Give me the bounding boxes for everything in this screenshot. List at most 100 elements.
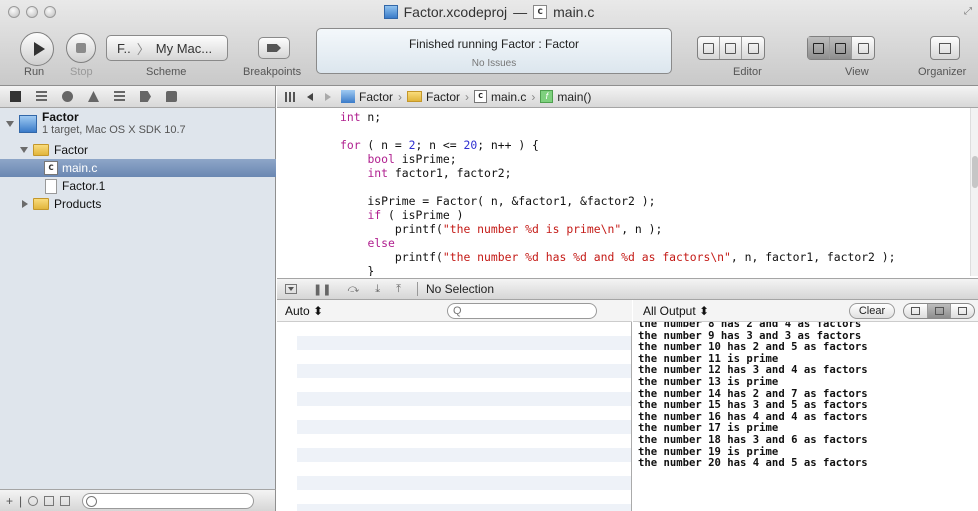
code-line[interactable]: printf("the number %d has %d and %d as f… [340,250,896,264]
code-line[interactable]: isPrime = Factor( n, &factor1, &factor2 … [340,194,896,208]
console-output[interactable]: the number 8 has 2 and 4 as factors the n… [633,322,978,511]
project-icon [19,115,37,133]
breadcrumb-project[interactable]: Factor › [341,90,407,104]
navigator-panel-icon [813,42,824,54]
window-title-project: Factor.xcodeproj [403,4,508,20]
code-line[interactable]: int n; [340,110,896,124]
console-text: the number 8 has 2 and 4 as factors the n… [638,322,868,470]
show-console-button[interactable] [951,304,974,318]
code-line[interactable]: bool isPrime; [340,152,896,166]
console-line: the number 20 has 4 and 5 as factors [638,457,868,470]
scm-filter-icon[interactable] [44,495,55,506]
view-segmented [807,36,875,60]
step-out-icon[interactable]: ⤒ [396,283,401,296]
project-navigator: Factor 1 target, Mac OS X SDK 10.7 Facto… [0,108,276,489]
breadcrumb-label: Factor [359,89,394,104]
stop-icon [76,43,86,53]
organizer-icon [939,42,951,54]
organizer-button[interactable] [930,36,960,60]
version-editor-button[interactable] [742,37,764,59]
step-into-icon[interactable]: ⤓ [375,283,380,296]
code-line[interactable] [340,180,896,194]
navigator-filter-input[interactable] [82,492,255,509]
tree-row-project[interactable]: Factor 1 target, Mac OS X SDK 10.7 [0,110,276,138]
show-both-button[interactable] [927,304,952,318]
code-line[interactable]: for ( n = 2; n <= 20; n++ ) { [340,138,896,152]
source-editor[interactable]: int n; for ( n = 2; n <= 20; n++ ) { boo… [277,108,978,276]
forward-arrow-icon[interactable] [325,92,331,101]
debug-selection-label: No Selection [425,282,494,296]
code-line[interactable]: printf("the number %d is prime\n", n ); [340,222,896,236]
organizer-label: Organizer [918,66,967,78]
editor-label: Editor [733,66,762,78]
hide-debug-area-icon[interactable] [285,284,297,294]
scheme-popup[interactable]: F.. 〉 My Mac... [106,35,228,61]
scrollbar-thumb[interactable] [972,156,978,188]
code-line[interactable]: int factor1, factor2; [340,166,896,180]
console-output-popup[interactable]: All Output ⬍ [643,304,709,318]
search-navigator-icon[interactable] [62,91,73,102]
log-navigator-icon[interactable] [166,91,177,102]
disclosure-open-icon[interactable] [6,121,14,127]
navigator-selector-bar [0,86,276,108]
tree-row-products[interactable]: Products [0,195,276,213]
pause-icon[interactable]: ❚❚ [313,283,331,296]
add-button[interactable]: + [6,494,13,508]
unsaved-filter-icon[interactable] [60,495,71,506]
fullscreen-icon[interactable]: ⤢ [964,6,972,17]
breadcrumb-group[interactable]: Factor › [407,90,474,104]
disclosure-open-icon[interactable] [20,147,28,153]
back-arrow-icon[interactable] [307,92,313,101]
run-label: Run [24,66,45,78]
standard-editor-button[interactable] [698,37,720,59]
debug-bar: ❚❚ ⤼ ⤓ ⤒ No Selection [277,278,978,300]
step-over-icon[interactable]: ⤼ [347,283,359,296]
variables-search-input[interactable]: Q [447,303,597,319]
editor-mode-segmented [697,36,765,60]
assistant-editor-button[interactable] [720,37,742,59]
related-items-icon[interactable] [285,91,297,102]
issues-status: No Issues [471,58,517,69]
search-icon: Q [453,305,462,317]
breakpoints-button[interactable] [258,37,290,59]
editor-scrollbar[interactable] [970,108,978,276]
breadcrumb-file[interactable]: c main.c › [474,90,540,104]
code-line[interactable]: else [340,236,896,250]
project-navigator-icon[interactable] [10,91,21,102]
jump-bar: Factor › Factor › c main.c › f main() [277,86,978,108]
code-line[interactable]: } [340,264,896,276]
clear-console-button[interactable]: Clear [849,303,895,319]
console-pane-icon [958,307,968,315]
tree-row-main-c[interactable]: c main.c [0,159,276,177]
tree-row-group-factor[interactable]: Factor [0,141,276,159]
show-variables-button[interactable] [904,304,928,318]
view-label: View [845,66,869,78]
tree-row-factor-1[interactable]: Factor.1 [0,177,276,195]
tree-item-label: Factor.1 [62,179,106,193]
standard-editor-icon [703,42,714,54]
run-button[interactable] [20,32,54,66]
utilities-toggle-button[interactable] [852,37,874,59]
navigator-toggle-button[interactable] [808,37,830,59]
debug-area-toggle-button[interactable] [830,37,852,59]
debug-navigator-icon[interactable] [114,91,125,102]
build-status: Finished running Factor : Factor [408,37,580,51]
disclosure-closed-icon[interactable] [22,200,28,208]
issue-navigator-icon[interactable] [88,91,99,102]
code-text[interactable]: int n; for ( n = 2; n <= 20; n++ ) { boo… [340,110,896,276]
chevron-right-icon: › [531,89,536,104]
breakpoint-icon [267,44,281,52]
stop-button[interactable] [66,33,96,63]
scheme-separator: 〉 [136,41,150,57]
breakpoint-navigator-icon[interactable] [140,91,151,102]
scheme-target: F.. [117,40,131,56]
variables-view[interactable] [277,322,632,511]
breadcrumb-function[interactable]: f main() [540,90,591,104]
variables-scope-popup[interactable]: Auto ⬍ [285,304,323,318]
folder-icon [33,144,49,156]
code-line[interactable] [340,124,896,138]
recent-files-filter-icon[interactable] [28,495,39,506]
code-line[interactable]: if ( isPrime ) [340,208,896,222]
symbol-navigator-icon[interactable] [36,91,47,102]
stop-label: Stop [70,66,93,78]
